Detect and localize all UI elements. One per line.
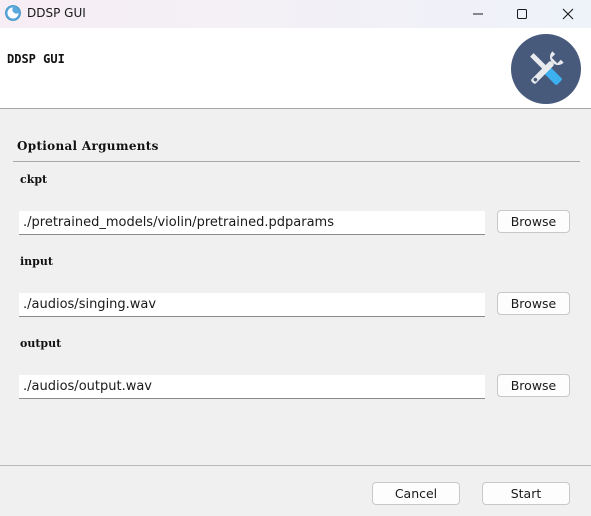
ckpt-label: ckpt [20, 173, 48, 186]
output-file-input[interactable] [19, 375, 485, 399]
start-button[interactable]: Start [482, 482, 570, 505]
header-title: DDSP GUI [7, 52, 65, 66]
cancel-button[interactable]: Cancel [372, 482, 460, 505]
input-browse-button[interactable]: Browse [497, 292, 570, 315]
header-panel: DDSP GUI [0, 28, 591, 109]
output-label: output [20, 337, 62, 350]
window-title: DDSP GUI [27, 6, 86, 20]
footer-divider [0, 465, 591, 466]
tools-icon [511, 34, 581, 104]
section-divider [13, 161, 580, 162]
close-icon [562, 5, 574, 24]
output-browse-button[interactable]: Browse [497, 374, 570, 397]
title-bar[interactable]: DDSP GUI [0, 0, 591, 28]
maximize-button[interactable] [499, 0, 545, 28]
minimize-button[interactable] [455, 0, 501, 28]
close-button[interactable] [545, 0, 591, 28]
ckpt-browse-button[interactable]: Browse [497, 210, 570, 233]
minimize-icon [472, 5, 484, 24]
input-label: input [20, 255, 53, 268]
ckpt-input[interactable] [19, 211, 485, 235]
section-title: Optional Arguments [17, 139, 159, 153]
maximize-icon [516, 5, 528, 24]
input-file-input[interactable] [19, 293, 485, 317]
app-logo-icon [5, 5, 21, 21]
